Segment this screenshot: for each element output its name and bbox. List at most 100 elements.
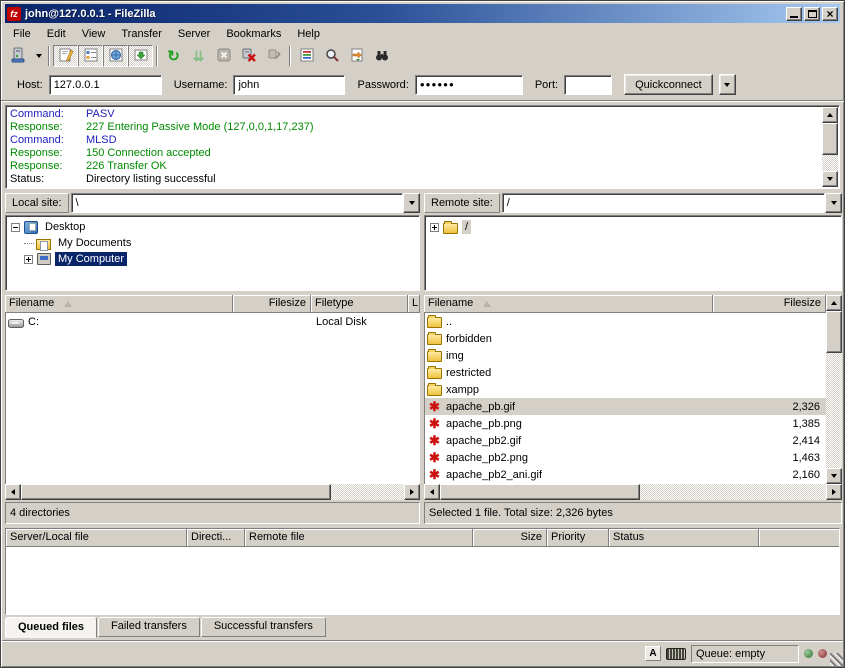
scroll-right-button[interactable] <box>404 484 420 500</box>
scroll-thumb[interactable] <box>21 484 331 500</box>
column-filename[interactable]: Filename <box>5 295 233 313</box>
disconnect-button[interactable] <box>236 45 261 67</box>
directory-comparison-button[interactable] <box>319 45 344 67</box>
menu-server[interactable]: Server <box>170 26 218 42</box>
column-filename[interactable]: Filename <box>424 295 713 313</box>
transfer-type-indicator-icon[interactable]: A <box>645 646 661 661</box>
scroll-up-button[interactable] <box>826 295 842 311</box>
tree-item-root[interactable]: / <box>425 219 841 235</box>
tree-item-my-documents[interactable]: My Documents <box>6 235 419 251</box>
column-server-local-file[interactable]: Server/Local file <box>6 529 187 547</box>
password-input[interactable]: ●●●●●● <box>415 75 523 95</box>
collapse-icon[interactable] <box>11 223 20 232</box>
column-remote-file[interactable]: Remote file <box>245 529 473 547</box>
quickconnect-button[interactable]: Quickconnect <box>624 74 713 95</box>
column-priority[interactable]: Priority <box>547 529 609 547</box>
scroll-left-button[interactable] <box>5 484 21 500</box>
host-input[interactable]: 127.0.0.1 <box>49 75 162 95</box>
remote-site-input[interactable]: / <box>502 193 825 213</box>
scroll-up-button[interactable] <box>822 107 838 123</box>
file-row[interactable]: forbidden <box>425 330 826 347</box>
reconnect-button[interactable] <box>261 45 286 67</box>
toggle-message-log-button[interactable] <box>53 45 78 67</box>
file-row-selected[interactable]: ✱apache_pb.gif2,326 <box>425 398 826 415</box>
site-manager-button[interactable] <box>7 45 32 67</box>
speed-limits-icon[interactable] <box>666 648 686 660</box>
expand-icon[interactable] <box>24 255 33 264</box>
menu-edit[interactable]: Edit <box>39 26 74 42</box>
remote-site-dropdown[interactable] <box>825 193 842 213</box>
column-status[interactable]: Status <box>609 529 759 547</box>
toggle-remote-tree-button[interactable] <box>103 45 128 67</box>
synchronized-browsing-button[interactable] <box>344 45 369 67</box>
file-row[interactable]: ✱apache_pb2_ani.gif2,160 <box>425 466 826 483</box>
directory-filter-button[interactable] <box>294 45 319 67</box>
chevron-down-icon <box>724 83 730 87</box>
log-scrollbar[interactable] <box>822 107 838 187</box>
port-input[interactable] <box>564 75 612 95</box>
column-filetype[interactable]: Filetype <box>311 295 408 313</box>
column-filesize[interactable]: Filesize <box>233 295 311 313</box>
status-bar: A Queue: empty <box>2 640 843 666</box>
local-site-label: Local site: <box>5 193 69 213</box>
menu-file[interactable]: File <box>5 26 39 42</box>
process-queue-button[interactable]: ⇊ <box>186 45 211 67</box>
menu-view[interactable]: View <box>74 26 114 42</box>
file-row[interactable]: ✱apache_pb.png1,385 <box>425 415 826 432</box>
column-direction[interactable]: Directi... <box>187 529 245 547</box>
site-manager-dropdown[interactable] <box>32 45 45 67</box>
column-size[interactable]: Size <box>473 529 547 547</box>
resize-grip[interactable] <box>830 653 843 666</box>
minimize-button[interactable] <box>786 7 802 21</box>
menu-transfer[interactable]: Transfer <box>113 26 170 42</box>
arrow-up-icon <box>831 301 837 305</box>
scroll-right-button[interactable] <box>826 484 842 500</box>
file-row[interactable]: ✱apache_pb2.png1,463 <box>425 449 826 466</box>
arrow-down-icon <box>831 474 837 478</box>
local-site-input[interactable]: \ <box>71 193 403 213</box>
file-row[interactable]: img <box>425 347 826 364</box>
log-line: Response:226 Transfer OK <box>8 160 821 173</box>
file-row[interactable]: ✱apache_pb2.gif2,414 <box>425 432 826 449</box>
tab-queued-files[interactable]: Queued files <box>5 617 97 638</box>
expand-icon[interactable] <box>430 223 439 232</box>
scroll-down-button[interactable] <box>822 171 838 187</box>
toolbar-separator <box>156 46 158 66</box>
file-row[interactable]: .. <box>425 313 826 330</box>
scroll-thumb[interactable] <box>822 123 838 155</box>
file-row[interactable]: xampp <box>425 381 826 398</box>
local-hscrollbar[interactable] <box>5 484 420 500</box>
file-row-c-drive[interactable]: C: Local Disk <box>6 313 420 330</box>
find-files-button[interactable] <box>369 45 394 67</box>
quickconnect-bar: Host: 127.0.0.1 Username: john Password:… <box>5 70 840 99</box>
tab-successful-transfers[interactable]: Successful transfers <box>201 617 326 637</box>
close-button[interactable]: × <box>822 7 838 21</box>
folder-icon <box>427 351 442 362</box>
menu-bookmarks[interactable]: Bookmarks <box>218 26 289 42</box>
scroll-left-button[interactable] <box>424 484 440 500</box>
tab-failed-transfers[interactable]: Failed transfers <box>98 617 200 637</box>
recv-activity-led-icon <box>804 649 813 658</box>
scroll-down-button[interactable] <box>826 468 842 484</box>
quickconnect-dropdown[interactable] <box>719 74 736 95</box>
column-filesize[interactable]: Filesize <box>713 295 826 313</box>
queue-tabs: Queued files Failed transfers Successful… <box>5 617 326 639</box>
menu-help[interactable]: Help <box>289 26 328 42</box>
cancel-operation-button[interactable] <box>211 45 236 67</box>
file-row[interactable]: restricted <box>425 364 826 381</box>
remote-tree-icon <box>108 47 124 66</box>
username-input[interactable]: john <box>233 75 345 95</box>
tree-item-my-computer[interactable]: My Computer <box>6 251 419 267</box>
remote-vscrollbar[interactable] <box>826 295 842 484</box>
refresh-button[interactable]: ↻ <box>161 45 186 67</box>
column-last-modified[interactable]: L <box>408 295 420 313</box>
remote-hscrollbar[interactable] <box>424 484 842 500</box>
toggle-transfer-queue-button[interactable] <box>128 45 153 67</box>
tree-item-desktop[interactable]: Desktop <box>6 219 419 235</box>
maximize-button[interactable] <box>804 7 820 21</box>
process-queue-icon: ⇊ <box>193 49 205 63</box>
toggle-local-tree-button[interactable] <box>78 45 103 67</box>
scroll-thumb[interactable] <box>826 311 842 353</box>
scroll-thumb[interactable] <box>440 484 640 500</box>
local-site-dropdown[interactable] <box>403 193 420 213</box>
